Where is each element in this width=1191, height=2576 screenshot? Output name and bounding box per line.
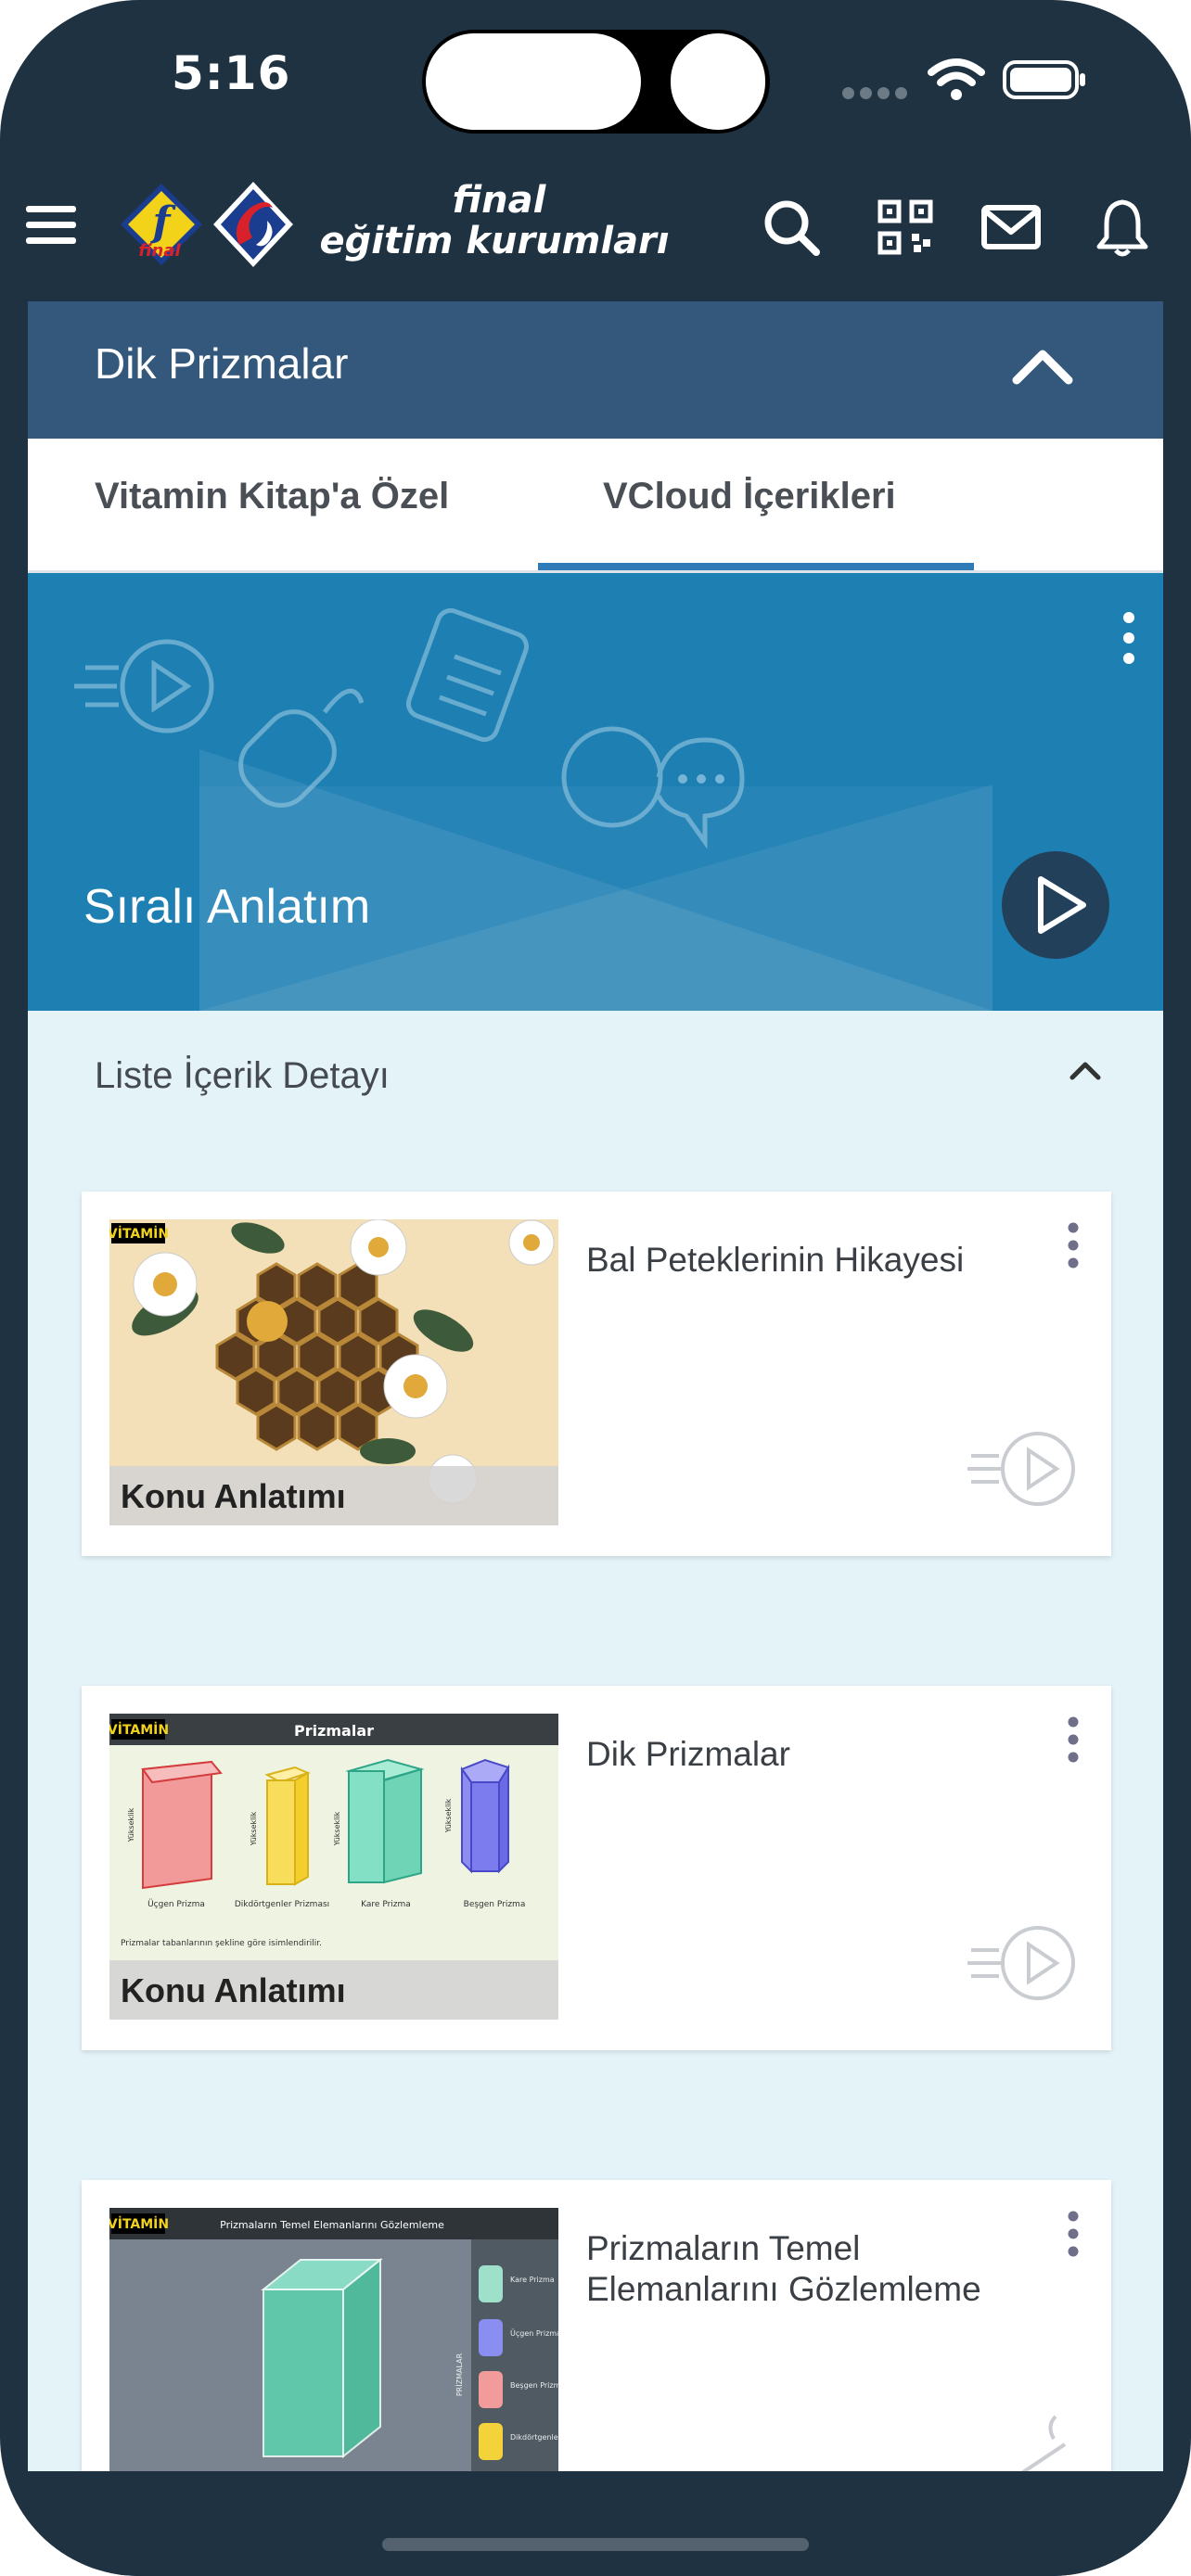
banner-decoration [74, 607, 992, 1011]
active-tab-indicator [538, 563, 974, 570]
banner-more-options-icon[interactable] [1122, 610, 1135, 666]
topic-accordion-header[interactable]: Dik Prizmalar [28, 301, 1163, 439]
svg-text:Yükseklik: Yükseklik [333, 1811, 341, 1846]
bell-icon[interactable] [1090, 195, 1155, 260]
svg-text:Beşgen Prizma: Beşgen Prizma [464, 1900, 526, 1909]
banner-title: Sıralı Anlatım [83, 880, 371, 934]
status-time: 5:16 [172, 46, 291, 100]
svg-text:Prizmalar tabanlarının şekline: Prizmalar tabanlarının şekline göre isim… [121, 1939, 322, 1948]
content-area: Dik Prizmalar Vitamin Kitap'a Özel VClou… [28, 301, 1163, 2471]
card-title: Dik Prizmalar [586, 1735, 790, 1773]
menu-icon[interactable] [26, 206, 76, 250]
phone-frame: 5:16 f final final eğitim kurumları Dik … [0, 0, 1191, 2576]
topic-title: Dik Prizmalar [95, 339, 349, 388]
svg-text:VİTAMİN: VİTAMİN [109, 2216, 169, 2232]
svg-text:Beşgen Prizma: Beşgen Prizma [510, 2381, 558, 2390]
card-title: Bal Peteklerinin Hikayesi [586, 1241, 965, 1279]
svg-text:Prizmaların Temel Elemanlarını: Prizmaların Temel Elemanlarını Gözlemlem… [220, 2219, 444, 2231]
brand-line-2: eğitim kurumları [319, 220, 670, 262]
island-pill [426, 33, 641, 130]
mail-icon[interactable] [979, 195, 1044, 260]
card-thumbnail: VİTAMİN Prizmalar Üçgen Prizma Dikdörtge… [109, 1714, 558, 2020]
card-title: Prizmaların Temel Elemanlarını Gözlemlem… [586, 2229, 981, 2308]
svg-text:final: final [138, 241, 181, 261]
status-bar: 5:16 [0, 0, 1191, 158]
svg-text:Yükseklik: Yükseklik [127, 1807, 135, 1843]
chevron-up-icon[interactable] [1011, 343, 1074, 389]
svg-text:Yükseklik: Yükseklik [444, 1798, 453, 1833]
video-play-icon[interactable] [967, 1922, 1079, 2008]
svg-text:PRİZMALAR: PRİZMALAR [455, 2353, 464, 2396]
card-more-options-icon[interactable] [1067, 2210, 1080, 2258]
svg-text:VİTAMİN: VİTAMİN [109, 1722, 169, 1738]
svg-text:Dikdörtgenler Prizması: Dikdörtgenler Prizması [510, 2433, 558, 2442]
content-card[interactable]: VİTAMİN Prizmalar Üçgen Prizma Dikdörtge… [82, 1686, 1111, 2050]
brand-line-1: final [452, 179, 546, 222]
island-camera [671, 33, 765, 130]
battery-icon [1003, 60, 1085, 99]
home-indicator[interactable] [382, 2538, 809, 2551]
svg-text:VİTAMİN: VİTAMİN [109, 1226, 169, 1242]
svg-text:Üçgen Prizma: Üçgen Prizma [147, 1899, 205, 1909]
prism-elements-thumbnail: VİTAMİN Prizmaların Temel Elemanlarını G… [109, 2208, 558, 2471]
interactive-touch-icon[interactable] [1000, 2407, 1074, 2471]
wifi-icon [928, 58, 985, 100]
bottom-bar [0, 2471, 1191, 2576]
dynamic-island [422, 30, 770, 134]
final-logo-icon: f final [121, 184, 202, 265]
chevron-up-icon[interactable] [1067, 1055, 1104, 1083]
content-tabs: Vitamin Kitap'a Özel VCloud İçerikleri [28, 439, 1163, 573]
svg-text:Kare Prizma: Kare Prizma [361, 1900, 411, 1909]
cellular-signal-icon [842, 85, 913, 103]
card-more-options-icon[interactable] [1067, 1221, 1080, 1269]
list-detail-title: Liste İçerik Detayı [95, 1055, 390, 1096]
tab-vitamin-kitap[interactable]: Vitamin Kitap'a Özel [95, 476, 449, 517]
svg-text:Kare Prizma: Kare Prizma [510, 2276, 555, 2284]
sequential-lesson-banner[interactable]: Sıralı Anlatım [28, 573, 1163, 1011]
video-play-icon[interactable] [967, 1428, 1079, 1513]
svg-text:Yükseklik: Yükseklik [250, 1811, 258, 1846]
content-card[interactable]: VİTAMİN Konu Anlatımı Bal Peteklerinin H… [82, 1192, 1111, 1556]
card-more-options-icon[interactable] [1067, 1715, 1080, 1764]
play-button-icon[interactable] [1002, 851, 1109, 959]
brand-text: final eğitim kurumları [300, 180, 689, 261]
brand-emblem-icon [213, 182, 293, 267]
svg-text:Prizmalar: Prizmalar [294, 1722, 374, 1740]
list-detail-header[interactable]: Liste İçerik Detayı [28, 1011, 1163, 1150]
search-icon[interactable] [759, 195, 824, 260]
content-card[interactable]: VİTAMİN Prizmaların Temel Elemanlarını G… [82, 2180, 1111, 2471]
brand-logo[interactable]: f final final eğitim kurumları [119, 176, 675, 278]
tab-vcloud[interactable]: VCloud İçerikleri [603, 476, 896, 517]
content-type-label: Konu Anlatımı [109, 1960, 558, 2020]
card-thumbnail: VİTAMİN Konu Anlatımı [109, 1219, 558, 1525]
qr-code-icon[interactable] [873, 195, 938, 260]
svg-text:Üçgen Prizma: Üçgen Prizma [510, 2328, 558, 2338]
content-type-label: Konu Anlatımı [109, 1466, 558, 1525]
card-thumbnail: VİTAMİN Prizmaların Temel Elemanlarını G… [109, 2208, 558, 2471]
svg-text:Dikdörtgenler Prizması: Dikdörtgenler Prizması [235, 1900, 329, 1909]
